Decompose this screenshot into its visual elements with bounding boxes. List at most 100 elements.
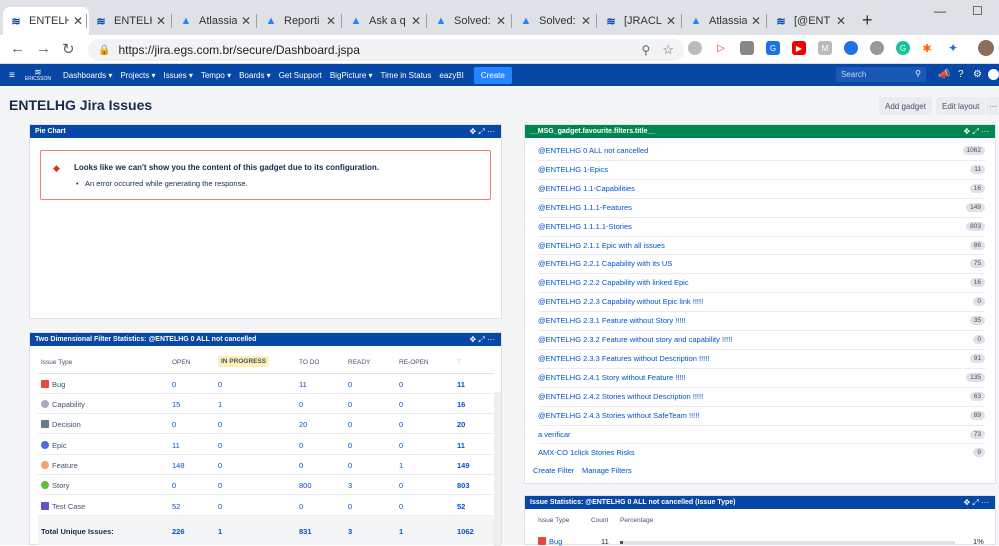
forward-icon[interactable]: → <box>36 40 51 57</box>
back-icon[interactable]: ← <box>10 40 25 57</box>
translate-icon[interactable]: G <box>766 41 780 55</box>
nav-item[interactable]: Tempo ▾ <box>201 71 231 80</box>
filter-link[interactable]: @ENTELHG 2.4.2 Stories without Descripti… <box>538 392 703 401</box>
count-link[interactable]: 148 <box>172 461 185 470</box>
count-link[interactable]: 0 <box>218 502 222 511</box>
close-tab-icon[interactable]: ✕ <box>241 14 251 28</box>
more-button[interactable]: ··· <box>986 97 999 115</box>
nav-item[interactable]: Dashboards ▾ <box>63 71 112 80</box>
manage-filters-link[interactable]: Manage Filters <box>582 466 632 475</box>
close-tab-icon[interactable]: ✕ <box>836 14 846 28</box>
count-link[interactable]: 0 <box>348 400 352 409</box>
count-link[interactable]: 0 <box>399 481 403 490</box>
count-link[interactable]: 0 <box>299 400 303 409</box>
count-link[interactable]: 800 <box>299 481 312 490</box>
filter-link[interactable]: @ENTELHG 1-Epics <box>538 165 608 174</box>
close-tab-icon[interactable]: ✕ <box>326 14 336 28</box>
filter-link[interactable]: @ENTELHG 2.2.2 Capability with linked Ep… <box>538 278 689 287</box>
extension-icon[interactable]: ✱ <box>920 41 934 55</box>
megaphone-icon[interactable]: 📣 <box>938 69 950 80</box>
filter-link[interactable]: a verificar <box>538 430 571 439</box>
count-link[interactable]: 20 <box>457 420 465 429</box>
close-tab-icon[interactable]: ✕ <box>73 14 83 28</box>
count-link[interactable]: 0 <box>218 481 222 490</box>
count-link[interactable]: 52 <box>172 502 180 511</box>
count-link[interactable]: 11 <box>172 441 180 450</box>
extension-icon[interactable] <box>870 41 884 55</box>
extension-icon[interactable]: M <box>818 41 832 55</box>
total-count-link[interactable]: 3 <box>348 527 352 536</box>
extension-icon[interactable]: ✦ <box>946 41 960 55</box>
extension-icon[interactable] <box>740 41 754 55</box>
filter-link[interactable]: @ENTELHG 2.3.2 Feature without story and… <box>538 335 732 344</box>
extension-icon[interactable] <box>688 41 702 55</box>
settings-icon[interactable]: ⚙ <box>973 69 982 80</box>
browser-tab[interactable]: ▲ Reporti ✕ <box>258 7 342 35</box>
close-tab-icon[interactable]: ✕ <box>411 14 421 28</box>
count-link[interactable]: 0 <box>218 461 222 470</box>
count-link[interactable]: 16 <box>457 400 465 409</box>
count-link[interactable]: 11 <box>299 380 307 389</box>
total-count-link[interactable]: 1062 <box>457 527 474 536</box>
count-link[interactable]: 1 <box>218 400 222 409</box>
count-link[interactable]: 0 <box>218 420 222 429</box>
count-link[interactable]: 0 <box>172 420 176 429</box>
filter-link[interactable]: @ENTELHG 2.2.1 Capability with its US <box>538 259 672 268</box>
nav-item[interactable]: Boards ▾ <box>239 71 271 80</box>
count-link[interactable]: 15 <box>172 400 180 409</box>
filter-link[interactable]: @ENTELHG 1.1-Capabilities <box>538 184 635 193</box>
gadget-controls[interactable]: ✥ ⤢ ··· <box>469 335 495 345</box>
count-link[interactable]: 803 <box>457 481 470 490</box>
browser-tab[interactable]: ≋ [JRACLO ✕ <box>598 7 682 35</box>
nav-item[interactable]: Get Support <box>279 71 322 80</box>
add-gadget-button[interactable]: Add gadget <box>879 97 932 115</box>
extension-icon[interactable]: ▷ <box>714 41 728 55</box>
filter-link[interactable]: @ENTELHG 2.3.3 Features without Descript… <box>538 354 709 363</box>
count-link[interactable]: 0 <box>399 502 403 511</box>
count-link[interactable]: 11 <box>457 380 465 389</box>
filter-link[interactable]: @ENTELHG 2.1.1 Epic with all issues <box>538 241 665 250</box>
count-link[interactable]: 149 <box>457 461 470 470</box>
browser-tab[interactable]: ▲ Solved: ✕ <box>513 7 597 35</box>
nav-item[interactable]: Issues ▾ <box>163 71 192 80</box>
close-tab-icon[interactable]: ✕ <box>581 14 591 28</box>
gadget-controls[interactable]: ✥ ⤢ ··· <box>963 498 989 508</box>
minimize-icon[interactable]: — <box>934 4 946 18</box>
count-link[interactable]: 11 <box>457 441 465 450</box>
total-count-link[interactable]: 226 <box>172 527 185 536</box>
count-link[interactable]: 0 <box>399 400 403 409</box>
close-tab-icon[interactable]: ✕ <box>666 14 676 28</box>
count-link[interactable]: 0 <box>348 380 352 389</box>
url-field[interactable]: 🔒 https://jira.egs.com.br/secure/Dashboa… <box>88 39 684 61</box>
nav-item[interactable]: BigPicture ▾ <box>330 71 373 80</box>
nav-item[interactable]: eazyBI <box>439 71 463 80</box>
close-tab-icon[interactable]: ✕ <box>156 14 166 28</box>
total-count-link[interactable]: 1 <box>218 527 222 536</box>
bookmark-star-icon[interactable]: ☆ <box>662 42 674 58</box>
help-icon[interactable]: ? <box>958 69 964 80</box>
browser-tab[interactable]: ▲ Solved: ✕ <box>428 7 512 35</box>
count-link[interactable]: 0 <box>172 380 176 389</box>
filter-link[interactable]: @ENTELHG 1.1.1.1-Stories <box>538 222 632 231</box>
nav-item[interactable]: Projects ▾ <box>120 71 155 80</box>
menu-icon[interactable]: ≡ <box>9 70 15 81</box>
filter-link[interactable]: @ENTELHG 1.1.1-Features <box>538 203 632 212</box>
count-link[interactable]: 0 <box>172 481 176 490</box>
filter-link[interactable]: @ENTELHG 2.3.1 Feature without Story !!!… <box>538 316 686 325</box>
count-link[interactable]: 52 <box>457 502 465 511</box>
reload-icon[interactable]: ↻ <box>62 40 75 58</box>
filter-link[interactable]: @ENTELHG 0 ALL not cancelled <box>538 146 648 155</box>
close-tab-icon[interactable]: ✕ <box>496 14 506 28</box>
create-filter-link[interactable]: Create Filter <box>533 466 574 475</box>
total-count-link[interactable]: 831 <box>299 527 312 536</box>
browser-tab[interactable]: ≋ ENTELH ✕ <box>3 7 89 35</box>
filter-link[interactable]: @ENTELHG 2.2.3 Capability without Epic l… <box>538 297 703 306</box>
zoom-icon[interactable]: ⚲ <box>642 43 651 57</box>
count-link[interactable]: 0 <box>348 502 352 511</box>
extension-icon[interactable] <box>844 41 858 55</box>
count-link[interactable]: 0 <box>348 461 352 470</box>
browser-tab[interactable]: ▲ Ask a q ✕ <box>343 7 427 35</box>
search-input[interactable]: Search ⚲ <box>836 67 926 82</box>
profile-avatar[interactable] <box>978 40 994 56</box>
filter-link[interactable]: AMX-CO 1click Stories Risks <box>538 448 635 457</box>
